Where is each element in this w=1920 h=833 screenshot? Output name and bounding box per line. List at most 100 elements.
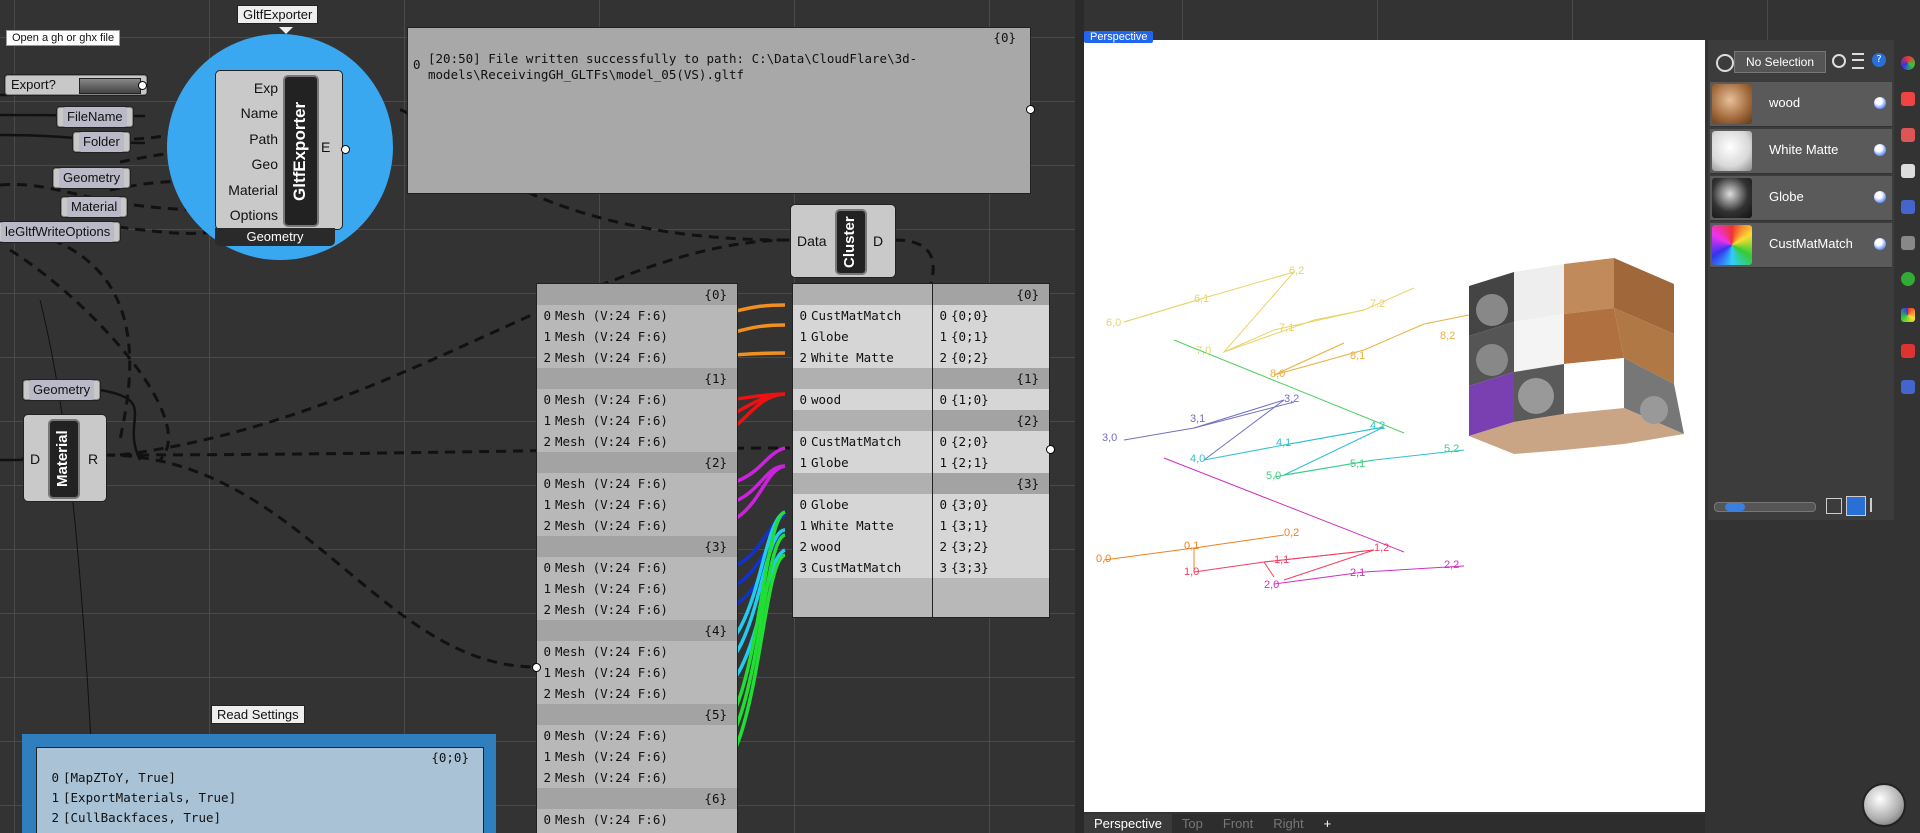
material-row-custmatmatch[interactable]: CustMatMatch	[1710, 223, 1892, 268]
material-picker-icon[interactable]	[1716, 54, 1734, 72]
tab-perspective[interactable]: Perspective	[1084, 814, 1172, 833]
filename-param[interactable]: FileName	[56, 106, 134, 128]
display-icon[interactable]	[1901, 164, 1915, 178]
paths-panel-grip[interactable]	[1046, 445, 1055, 454]
input-exp[interactable]: Exp	[216, 75, 278, 101]
material-radio-icon[interactable]	[1874, 97, 1886, 109]
exporter-output-grip[interactable]	[341, 145, 350, 154]
no-selection-button[interactable]: No Selection	[1734, 51, 1826, 73]
tree-label: 0,0	[1096, 553, 1112, 565]
camera-icon[interactable]	[1901, 236, 1915, 250]
list-view-icon[interactable]	[1846, 496, 1866, 516]
material-component[interactable]: D Material R	[23, 414, 107, 502]
tree-view-icon[interactable]	[1870, 498, 1886, 512]
read-settings-panel[interactable]: {0;0} 0 [MapZToY, True] 1 [ExportMaterials…	[36, 747, 484, 833]
material-radio-icon[interactable]	[1874, 144, 1886, 156]
filename-label: FileName	[63, 107, 127, 127]
tab-front[interactable]: Front	[1213, 814, 1263, 833]
material-radio-icon[interactable]	[1874, 238, 1886, 250]
folder-param[interactable]: Folder	[72, 131, 131, 153]
gltf-exporter-component[interactable]: Exp Name Path Geo Material Options GltfE…	[215, 70, 343, 230]
tree-label: 6,0	[1106, 317, 1122, 329]
perspective-viewport[interactable]: 6,0 6,1 6,2 7,0 7,1 7,2 8,0 8,1 8,2 3,0 …	[1084, 40, 1705, 812]
export-grip[interactable]	[138, 81, 147, 90]
setting-item: [ExportMaterials, True]	[63, 790, 237, 805]
geometry-param[interactable]: Geometry	[52, 167, 132, 189]
mesh-item: Mesh (V:24 F:6)	[555, 581, 668, 596]
thumbnail-size-slider[interactable]	[1714, 502, 1816, 512]
search-icon[interactable]	[1832, 54, 1846, 68]
output-panel[interactable]: {0} 0 [20:50] File written successfully …	[407, 27, 1031, 194]
material-row-wood[interactable]: wood	[1710, 82, 1892, 127]
render-icon[interactable]	[1901, 200, 1915, 214]
material-radio-icon[interactable]	[1874, 191, 1886, 203]
navigation-widget-icon[interactable]	[1862, 783, 1906, 827]
name-item: CustMatMatch	[811, 434, 902, 449]
viewport-title-tab[interactable]: Perspective	[1084, 31, 1154, 43]
lights-icon[interactable]	[1901, 344, 1915, 358]
tree-label: 4,1	[1276, 437, 1292, 449]
material-input[interactable]: D	[30, 451, 40, 467]
cluster-component[interactable]: Data Cluster D	[790, 204, 896, 278]
export-toggle[interactable]: Export?	[4, 74, 148, 96]
tree-label: 4,2	[1370, 420, 1386, 432]
material-row-globe[interactable]: Globe	[1710, 176, 1892, 221]
tab-top[interactable]: Top	[1172, 814, 1213, 833]
grasshopper-canvas[interactable]: Open a gh or ghx file GltfExporter Exp N…	[0, 0, 1075, 833]
input-material[interactable]: Material	[216, 177, 278, 203]
material-row-white-matte[interactable]: White Matte	[1710, 129, 1892, 174]
input-options[interactable]: Options	[216, 203, 278, 228]
brush-icon[interactable]	[1901, 128, 1915, 142]
input-geo[interactable]: Geo	[216, 152, 278, 177]
rhino-top-bar	[1084, 0, 1920, 40]
tree-label: 5,1	[1350, 458, 1366, 470]
material-name: Globe	[1769, 189, 1804, 204]
mesh-item: Mesh (V:24 F:6)	[555, 812, 668, 827]
name-item: CustMatMatch	[811, 308, 902, 323]
cluster-output[interactable]: D	[873, 233, 883, 249]
name-item: White Matte	[811, 518, 894, 533]
names-panel[interactable]: 0 CustMatMatch 1 Globe 2 White Matte 0 wood …	[792, 283, 934, 618]
mesh-item: Mesh (V:24 F:6)	[555, 770, 668, 785]
name-item: CustMatMatch	[811, 560, 902, 575]
export-toggle-button[interactable]	[79, 78, 141, 94]
tab-right[interactable]: Right	[1263, 814, 1313, 833]
options-param[interactable]: leGltfWriteOptions	[0, 221, 122, 243]
output-e[interactable]: E	[321, 139, 330, 155]
environment-icon[interactable]	[1901, 272, 1915, 286]
mesh-group-1: {1} 0 Mesh (V:24 F:6) 1 Mesh (V:24 F:6) 2M…	[537, 368, 737, 452]
layer-icon[interactable]	[1901, 92, 1915, 106]
tree-label: 1,2	[1374, 542, 1390, 554]
paths-panel[interactable]: {0} 0 {0;0} 1 {0;1} 2 {0;2} {1} 0 {1;0} {2} …	[932, 283, 1050, 618]
mesh-branch-2: {2}	[537, 452, 737, 473]
color-wheel-icon[interactable]	[1901, 56, 1915, 70]
tree-label: 1,0	[1184, 566, 1200, 578]
input-path[interactable]: Path	[216, 126, 278, 152]
material-output[interactable]: R	[88, 451, 98, 467]
texture-icon[interactable]	[1901, 308, 1915, 322]
mesh-item: Mesh (V:24 F:6)	[555, 476, 668, 491]
tree-label: 6,1	[1194, 293, 1210, 305]
split-divider[interactable]	[1075, 0, 1084, 833]
cluster-input[interactable]: Data	[797, 233, 827, 249]
mesh-branch-0: {0}	[537, 284, 737, 305]
mesh-panel[interactable]: {0} 0 Mesh (V:24 F:6) 1 Mesh (V:24 F:6) 2M…	[536, 283, 738, 833]
path-item: {0;1}	[951, 329, 989, 344]
mesh-item: Mesh (V:24 F:6)	[555, 665, 668, 680]
geometry-label: Geometry	[59, 168, 125, 188]
output-panel-grip[interactable]	[1026, 105, 1035, 114]
material-param[interactable]: Material	[60, 196, 129, 218]
grid-view-icon[interactable]	[1826, 498, 1842, 514]
material-name: White Matte	[1769, 142, 1839, 157]
mesh-panel-grip[interactable]	[532, 663, 541, 672]
input-name[interactable]: Name	[216, 101, 278, 126]
tree-label: 3,1	[1190, 413, 1206, 425]
mesh-item: Mesh (V:24 F:6)	[555, 392, 668, 407]
mesh-item: Mesh (V:24 F:6)	[555, 413, 668, 428]
help-icon[interactable]: ?	[1872, 53, 1886, 67]
add-tab-button[interactable]: +	[1314, 814, 1342, 833]
help-panel-icon[interactable]	[1901, 380, 1915, 394]
geometry-param-2[interactable]: Geometry	[22, 379, 102, 401]
menu-icon[interactable]	[1852, 53, 1864, 69]
wood-sphere-icon	[1712, 84, 1752, 124]
